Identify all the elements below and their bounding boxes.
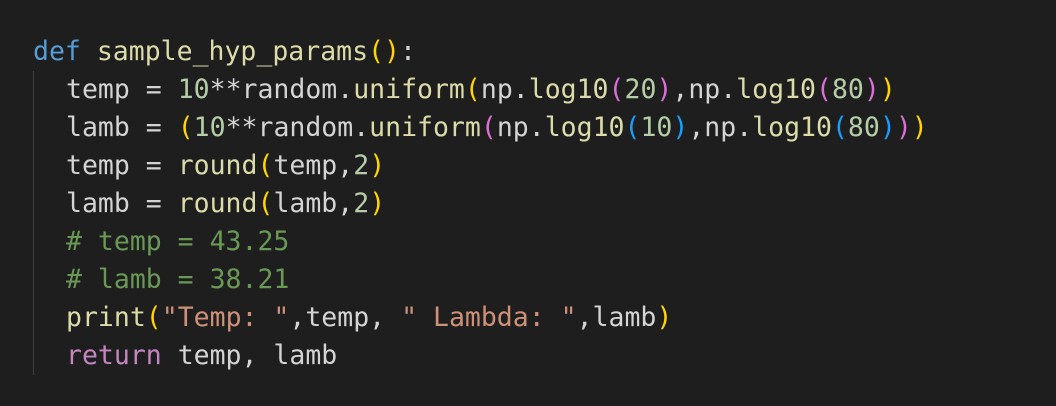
code-token: np. [480,74,529,105]
code-token: 2 [353,188,370,219]
code-token: ( [624,112,641,143]
code-token: ( [177,112,194,143]
code-token: ) [384,36,401,67]
code-token: 80 [847,112,880,143]
code-token: **random. [209,74,354,105]
code-token: log10 [544,112,625,143]
code-token: ,np. [672,74,737,105]
code-token: log10 [752,112,832,143]
code-token: uniform [353,74,465,105]
code-token: 10 [177,74,210,105]
code-line-7: # lamb = 38.21 [33,261,1056,299]
code-token: round [177,188,258,219]
code-token: ( [815,74,832,105]
code-token: ( [257,188,274,219]
code-token: temp = [66,74,178,105]
code-token: log10 [528,74,609,105]
code-token: ( [257,150,274,181]
code-token: ( [145,302,162,333]
code-token: ) [911,112,928,143]
code-token: ( [464,74,481,105]
code-line-6: # temp = 43.25 [33,223,1056,261]
code-token: round [177,150,258,181]
code-line-1: def sample_hyp_params(): [33,33,1056,71]
code-token: ) [656,74,673,105]
code-line-3: lamb = (10**random.uniform(np.log10(10),… [33,109,1056,147]
code-line-2: temp = 10**random.uniform(np.log10(20),n… [33,71,1056,109]
code-token: 10 [640,112,673,143]
code-token: 80 [831,74,864,105]
code-token: # temp = 43.25 [66,226,290,257]
code-line-9: return temp, lamb [33,337,1056,375]
code-token: sample_hyp_params [96,36,369,67]
code-token: ) [369,188,386,219]
code-token: ( [831,112,848,143]
code-token: lamb = [66,112,178,143]
code-token: ) [656,302,673,333]
code-token: ( [368,36,385,67]
code-token: ) [369,150,386,181]
code-token: ) [879,112,896,143]
code-token: log10 [736,74,816,105]
code-token: def [33,36,81,67]
code-token: " Lambda: " [401,302,577,333]
code-token: "Temp: " [161,302,290,333]
code-editor[interactable]: def sample_hyp_params(): temp = 10**rand… [0,0,1056,406]
code-token: ( [480,112,497,143]
code-token: 10 [193,112,226,143]
code-token: return [66,340,162,371]
code-token: : [400,36,416,67]
code-token: 20 [624,74,657,105]
code-token: ) [895,112,912,143]
indent-guide [33,71,34,375]
code-token: ) [672,112,689,143]
code-token: ,temp, [289,302,402,333]
code-token: ,np. [688,112,753,143]
code-token: lamb, [273,188,354,219]
code-line-4: temp = round(temp,2) [33,147,1056,185]
code-token: 2 [353,150,370,181]
code-line-5: lamb = round(lamb,2) [33,185,1056,223]
code-token: lamb = [66,188,178,219]
code-token: temp, lamb [161,340,338,371]
code-token: np. [496,112,545,143]
code-token: print [66,302,146,333]
code-token: ) [863,74,880,105]
code-token: ,lamb [576,302,657,333]
code-line-8: print("Temp: ",temp, " Lambda: ",lamb) [33,299,1056,337]
code-token: **random. [225,112,370,143]
code-token: ) [879,74,896,105]
code-token: temp, [273,150,354,181]
code-token: temp = [66,150,178,181]
code-token: ( [608,74,625,105]
code-token: # lamb = 38.21 [66,264,290,295]
code-token: uniform [369,112,481,143]
